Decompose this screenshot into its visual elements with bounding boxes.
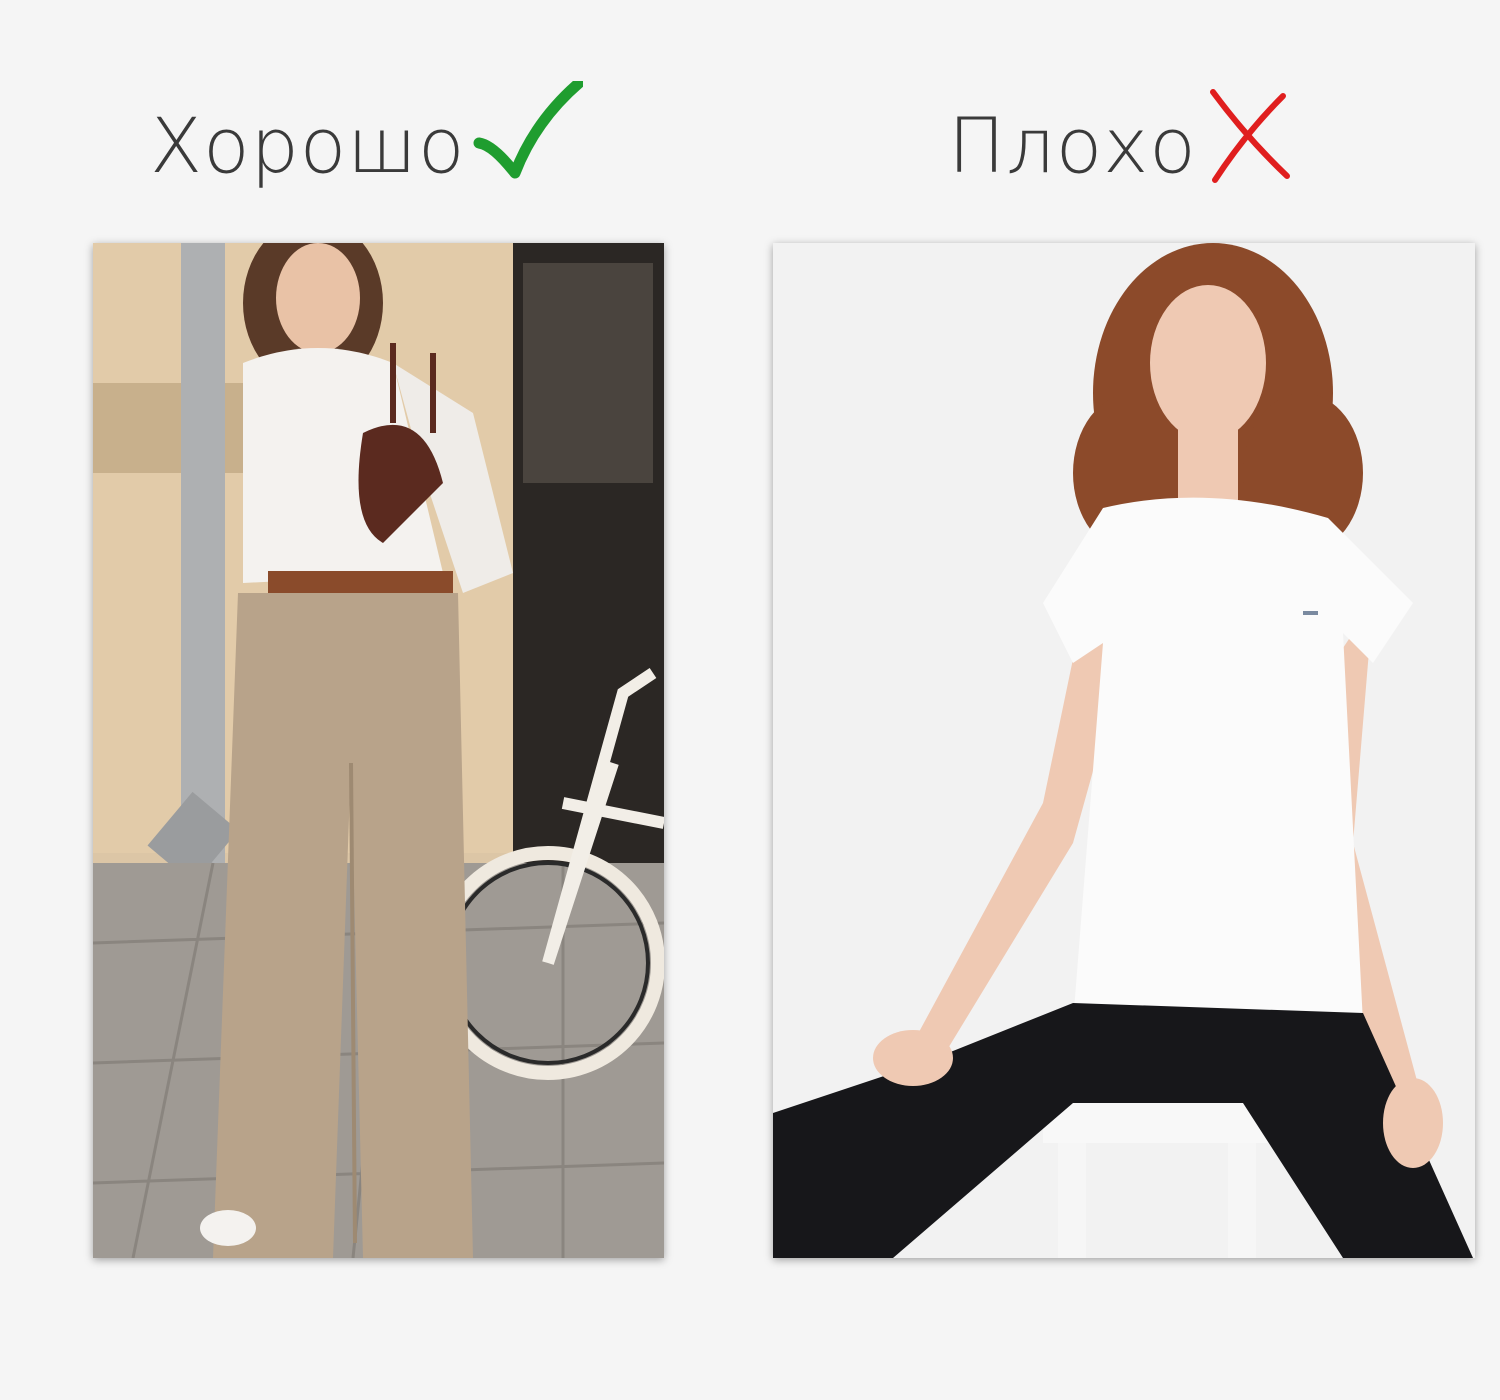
bad-outfit-photo [773,243,1475,1258]
cross-icon [1205,86,1295,204]
checkmark-icon [473,77,585,209]
good-example-heading: Хорошо [150,77,585,195]
bad-label: Плохо [948,100,1197,190]
bad-example-heading: Плохо [948,89,1295,195]
good-outfit-photo [93,243,664,1258]
good-label: Хорошо [150,100,466,190]
